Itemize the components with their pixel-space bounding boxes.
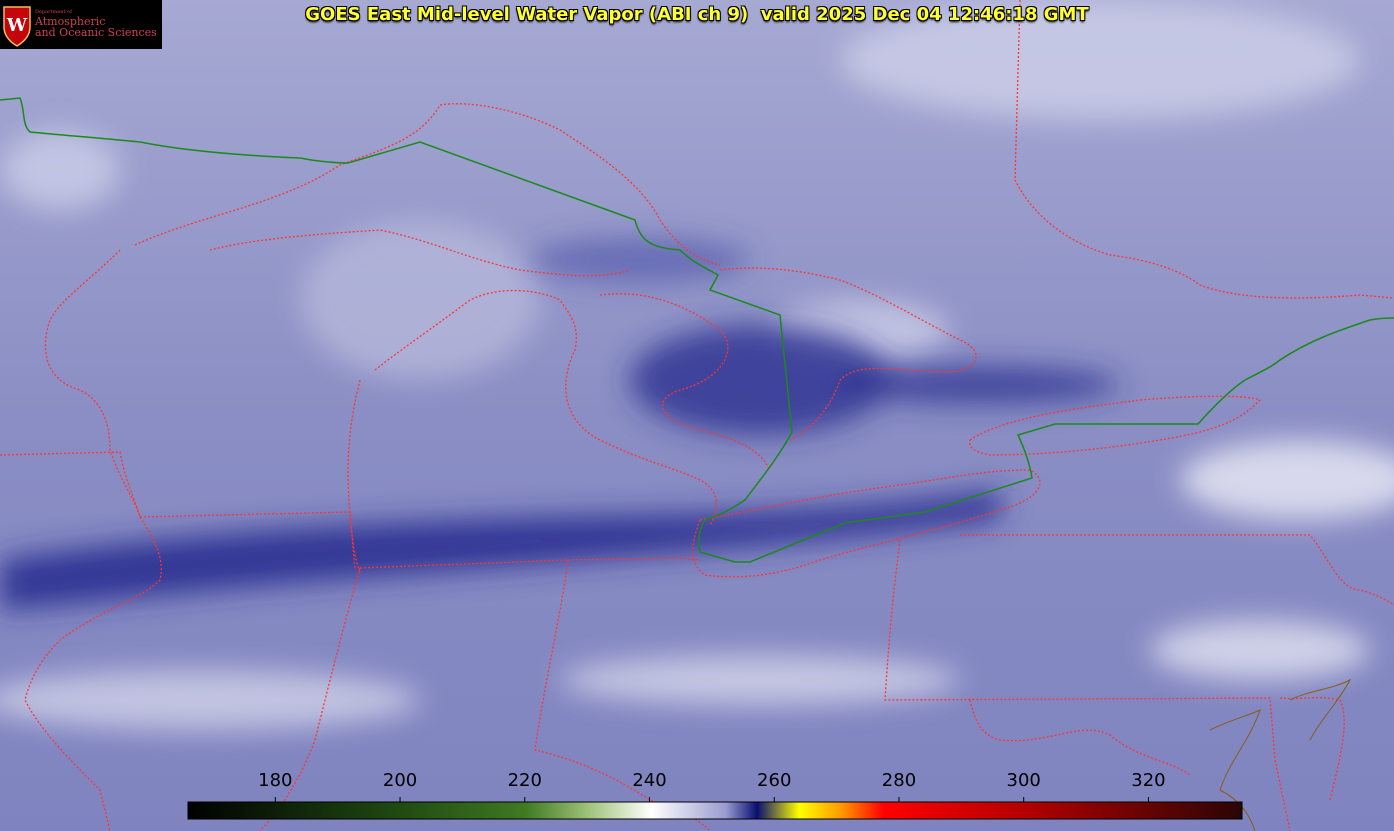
colorbar-tick-label: 200 xyxy=(382,770,418,791)
colorbar-tick-label: 300 xyxy=(1006,770,1041,791)
colorbar-tick-label: 280 xyxy=(881,770,917,791)
logo-line2: and Oceanic Sciences xyxy=(35,26,157,40)
colorbar-tick-label: 260 xyxy=(757,770,792,791)
image-title: GOES East Mid-level Water Vapor (ABI ch … xyxy=(305,4,1089,25)
colorbar-tick-label: 320 xyxy=(1131,770,1166,791)
colorbar-tick-label: 180 xyxy=(258,770,293,791)
water-vapor-map xyxy=(0,0,1394,831)
colorbar-gradient xyxy=(187,801,1243,820)
colorbar-tick-label: 240 xyxy=(632,770,667,791)
colorbar-tick-label: 220 xyxy=(507,770,542,791)
